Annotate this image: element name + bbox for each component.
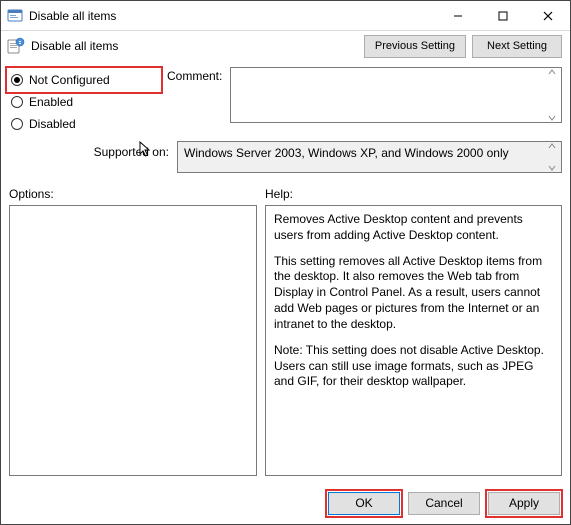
help-paragraph: This setting removes all Active Desktop …	[274, 254, 553, 333]
supported-label: Supported on:	[9, 141, 169, 173]
policy-icon	[7, 37, 25, 55]
radio-label: Not Configured	[29, 73, 110, 87]
help-label: Help:	[265, 187, 562, 201]
subheader: Disable all items Previous Setting Next …	[1, 31, 570, 61]
pane-labels: Options: Help:	[9, 187, 562, 201]
help-paragraph: Removes Active Desktop content and preve…	[274, 212, 553, 244]
dialog-window: Disable all items Disab	[0, 0, 571, 525]
scroll-down-icon[interactable]	[544, 165, 560, 171]
apply-button[interactable]: Apply	[488, 492, 560, 515]
radio-label: Disabled	[29, 117, 76, 131]
scroll-down-icon[interactable]	[544, 115, 560, 121]
radio-not-configured[interactable]: Not Configured	[9, 69, 159, 91]
supported-on-box: Windows Server 2003, Windows XP, and Win…	[177, 141, 562, 173]
state-radios: Not Configured Enabled Disabled	[9, 65, 159, 135]
ok-button[interactable]: OK	[328, 492, 400, 515]
scroll-up-icon[interactable]	[544, 69, 560, 75]
cancel-button[interactable]: Cancel	[408, 492, 480, 515]
dialog-body: Not Configured Enabled Disabled Comment:	[1, 61, 570, 482]
titlebar: Disable all items	[1, 1, 570, 31]
help-paragraph: Note: This setting does not disable Acti…	[274, 343, 553, 390]
radio-enabled[interactable]: Enabled	[9, 91, 159, 113]
policy-title: Disable all items	[31, 39, 358, 53]
supported-on-text: Windows Server 2003, Windows XP, and Win…	[184, 146, 509, 160]
app-icon	[7, 8, 23, 24]
previous-setting-button[interactable]: Previous Setting	[364, 35, 466, 58]
close-button[interactable]	[525, 1, 570, 30]
minimize-button[interactable]	[435, 1, 480, 30]
supported-row: Supported on: Windows Server 2003, Windo…	[9, 141, 562, 173]
radio-label: Enabled	[29, 95, 73, 109]
highlight-not-configured: Not Configured	[5, 66, 163, 94]
help-pane[interactable]: Removes Active Desktop content and preve…	[265, 205, 562, 476]
options-label: Options:	[9, 187, 257, 201]
options-pane[interactable]	[9, 205, 257, 476]
system-buttons	[435, 1, 570, 30]
radio-dot-icon	[11, 96, 23, 108]
next-setting-button[interactable]: Next Setting	[472, 35, 562, 58]
comment-textarea[interactable]	[230, 67, 562, 123]
radio-disabled[interactable]: Disabled	[9, 113, 159, 135]
radio-dot-icon	[11, 74, 23, 86]
scroll-up-icon[interactable]	[544, 143, 560, 149]
supported-label-text: Supported on:	[94, 145, 169, 159]
maximize-button[interactable]	[480, 1, 525, 30]
top-area: Not Configured Enabled Disabled Comment:	[9, 65, 562, 135]
window-title: Disable all items	[29, 9, 435, 23]
dialog-footer: OK Cancel Apply	[1, 482, 570, 524]
radio-dot-icon	[11, 118, 23, 130]
comment-label: Comment:	[167, 65, 222, 83]
panes: Removes Active Desktop content and preve…	[9, 205, 562, 476]
